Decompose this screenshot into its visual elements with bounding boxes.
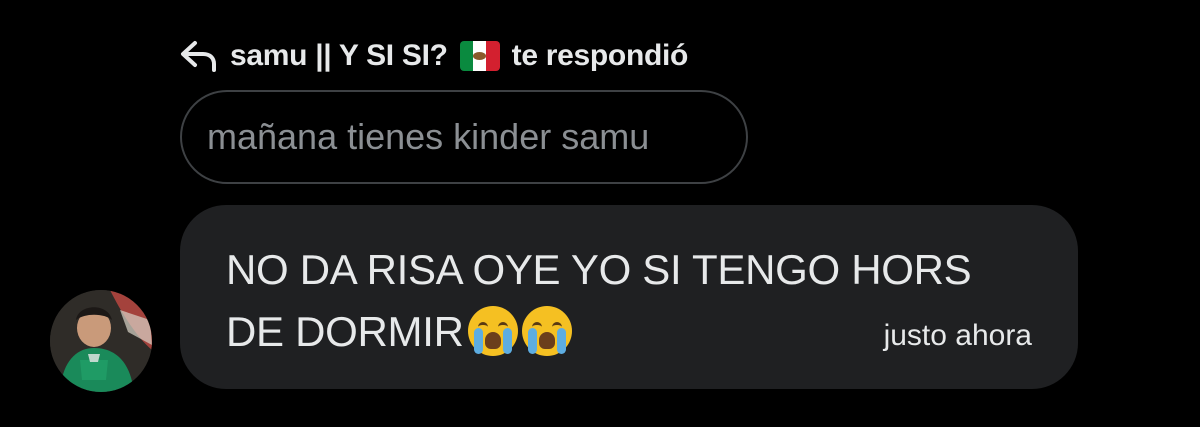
reply-header: samu || Y SI SI? te respondió	[178, 36, 688, 76]
loudly-crying-face-icon	[467, 306, 518, 356]
message-bubble[interactable]: NO DA RISA OYE YO SI TENGO HORS DE DORMI…	[180, 205, 1078, 389]
quoted-message-text: mañana tienes kinder samu	[207, 116, 650, 157]
loudly-crying-face-icon	[521, 306, 572, 356]
message-line-2-text: DE DORMIR	[226, 308, 464, 355]
mexico-flag-icon	[459, 41, 500, 71]
message-line-1: NO DA RISA OYE YO SI TENGO HORS	[226, 246, 972, 293]
reply-user-name[interactable]: samu || Y SI SI?	[230, 39, 448, 73]
avatar[interactable]	[50, 290, 152, 392]
reply-arrow-icon	[178, 38, 220, 74]
user-avatar	[50, 290, 152, 392]
message-timestamp: justo ahora	[883, 319, 1032, 352]
reply-suffix: te respondió	[511, 39, 689, 72]
quoted-message[interactable]: mañana tienes kinder samu	[180, 90, 748, 184]
